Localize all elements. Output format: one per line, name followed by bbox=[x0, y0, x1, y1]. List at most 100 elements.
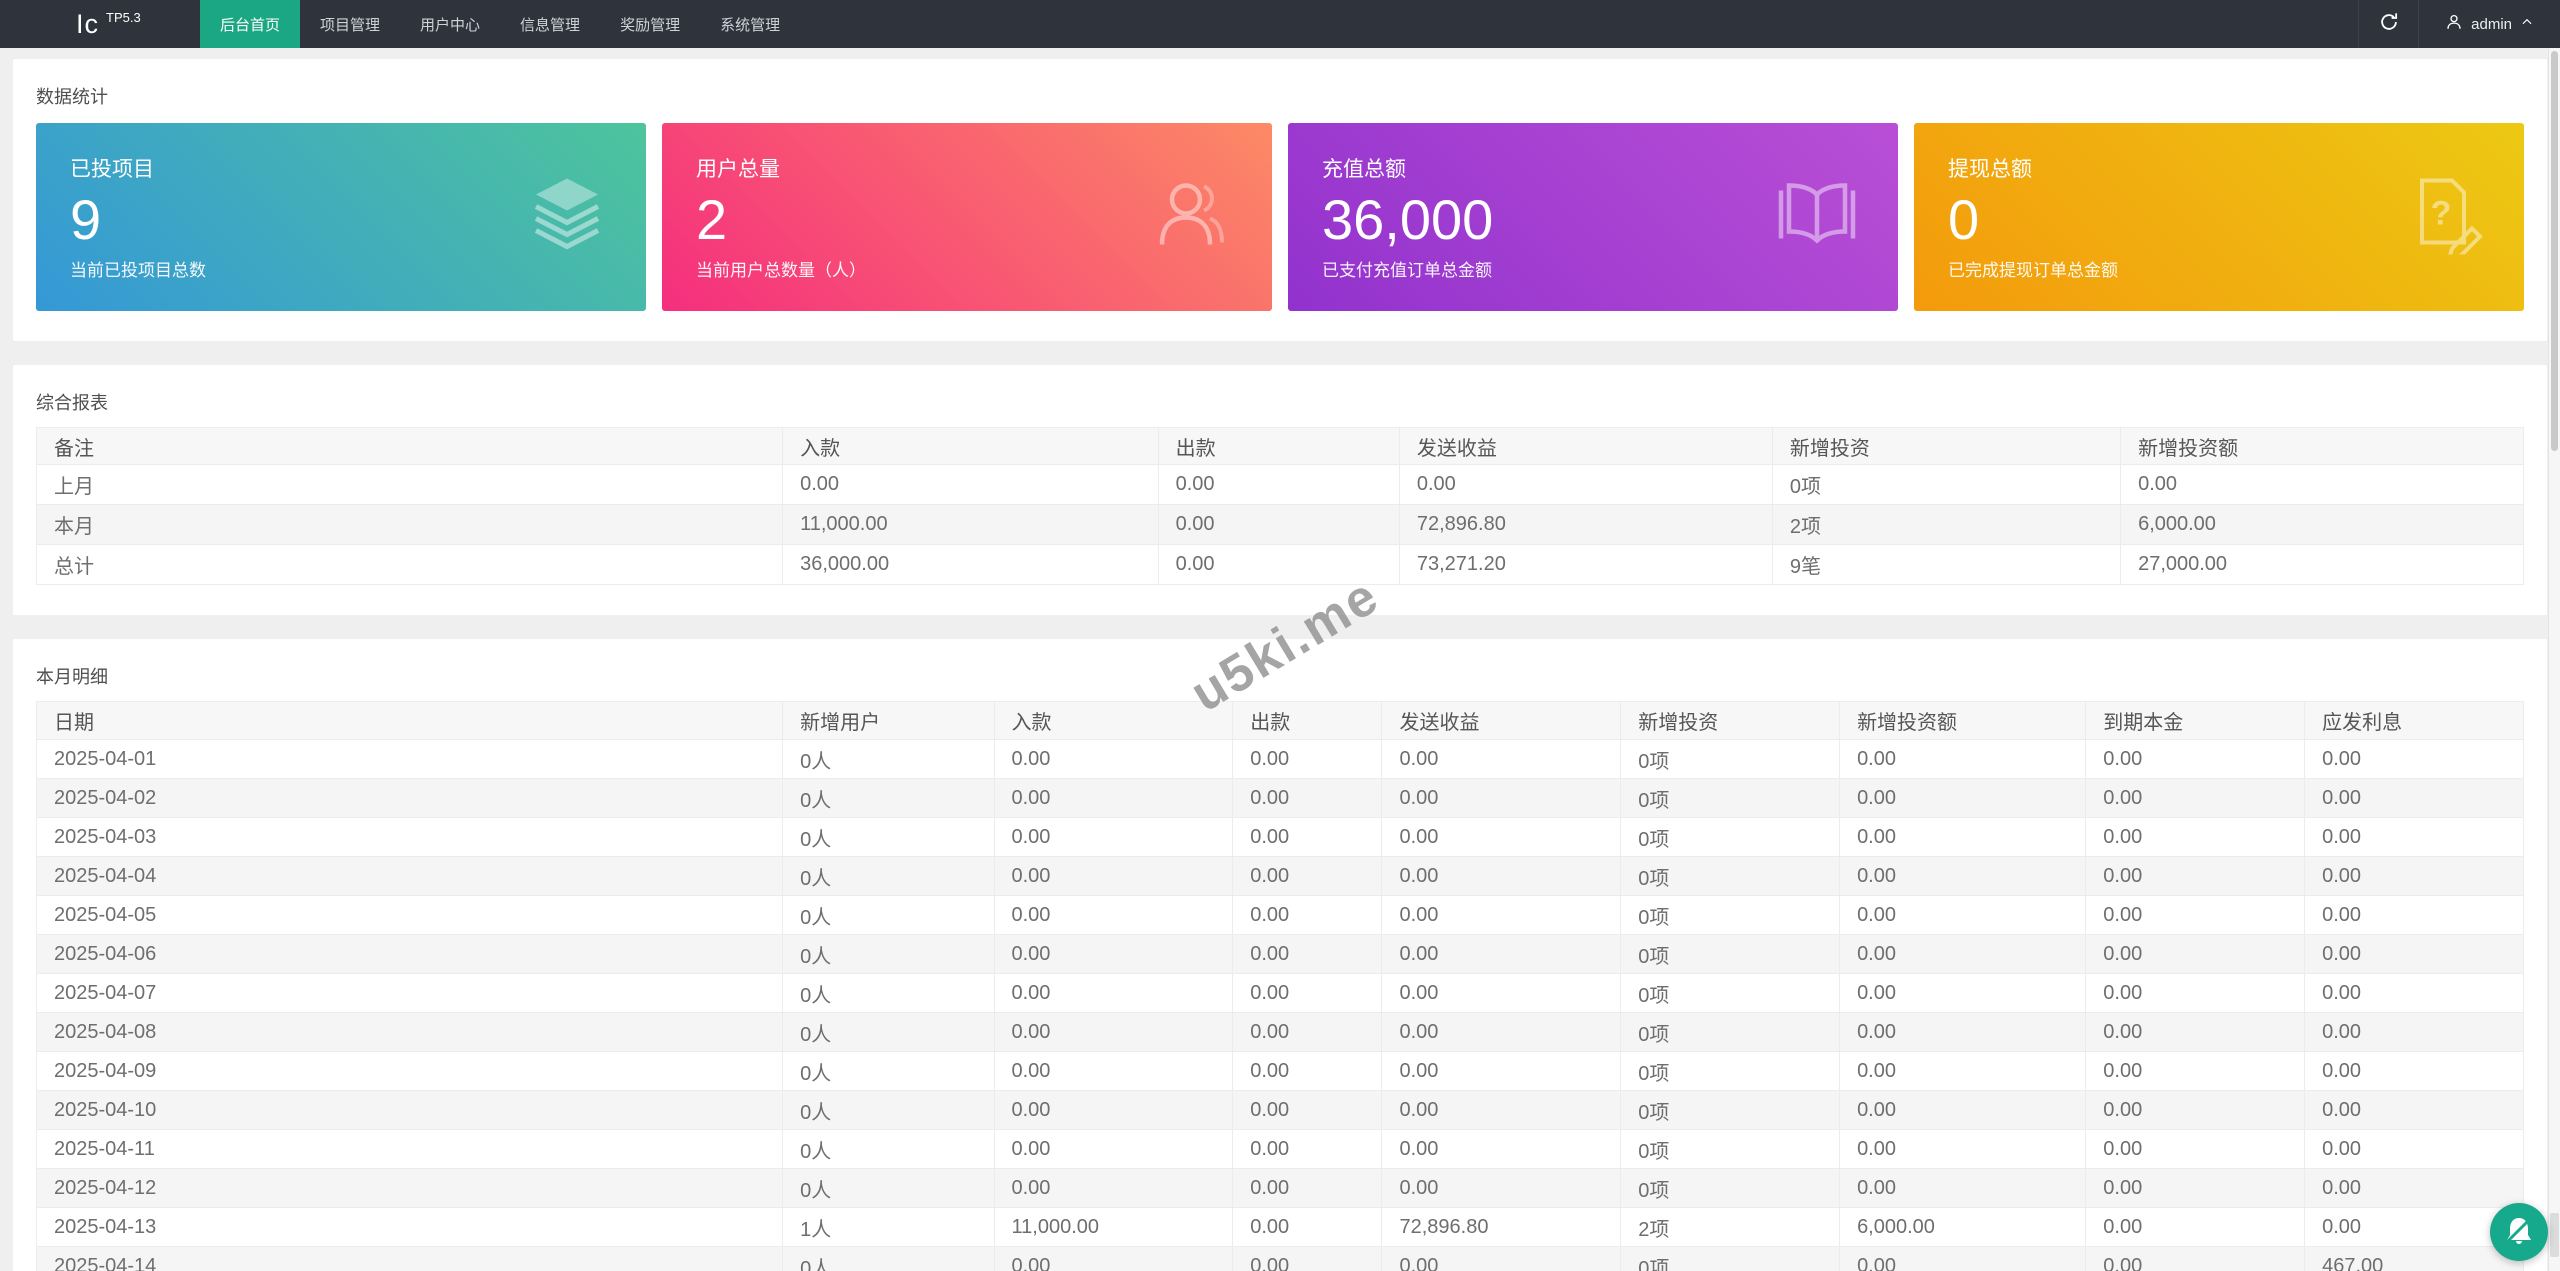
table-row: 2025-04-100人0.000.000.000项0.000.000.00 bbox=[37, 1091, 2524, 1130]
user-menu[interactable]: admin bbox=[2418, 0, 2560, 48]
table-cell: 0.00 bbox=[2086, 1169, 2305, 1208]
table-cell: 0项 bbox=[1621, 1169, 1840, 1208]
table-cell: 0.00 bbox=[2086, 1091, 2305, 1130]
table-cell: 0项 bbox=[1621, 1013, 1840, 1052]
table-cell: 36,000.00 bbox=[783, 545, 1159, 585]
table-cell: 0.00 bbox=[1158, 505, 1399, 545]
table-cell: 0.00 bbox=[2086, 896, 2305, 935]
table-cell: 0.00 bbox=[994, 1013, 1233, 1052]
table-cell: 0.00 bbox=[994, 1052, 1233, 1091]
table-cell: 总计 bbox=[37, 545, 783, 585]
table-cell: 0项 bbox=[1621, 1247, 1840, 1271]
table-cell: 2025-04-03 bbox=[37, 818, 783, 857]
column-header: 备注 bbox=[37, 428, 783, 465]
table-cell: 0.00 bbox=[1233, 1130, 1382, 1169]
nav-item-3[interactable]: 信息管理 bbox=[500, 0, 600, 48]
table-cell: 0.00 bbox=[994, 818, 1233, 857]
table-cell: 0.00 bbox=[1233, 779, 1382, 818]
table-row: 2025-04-060人0.000.000.000项0.000.000.00 bbox=[37, 935, 2524, 974]
table-cell: 72,896.80 bbox=[1399, 505, 1772, 545]
column-header: 入款 bbox=[783, 428, 1159, 465]
card-subtitle: 已完成提现订单总金额 bbox=[1948, 256, 2490, 281]
card-subtitle: 当前用户总数量（人） bbox=[696, 256, 1238, 281]
column-header: 新增投资额 bbox=[1840, 702, 2086, 740]
stats-section-title: 数据统计 bbox=[36, 83, 2524, 109]
nav-item-1[interactable]: 项目管理 bbox=[300, 0, 400, 48]
refresh-icon bbox=[2378, 11, 2400, 38]
app-logo: Ic TP5.3 bbox=[0, 0, 200, 48]
table-cell: 0.00 bbox=[1840, 974, 2086, 1013]
bell-slash-icon bbox=[2502, 1213, 2536, 1252]
column-header: 入款 bbox=[994, 702, 1233, 740]
table-cell: 0.00 bbox=[1382, 896, 1621, 935]
summary-section-title: 综合报表 bbox=[36, 389, 2524, 415]
vertical-scrollbar[interactable] bbox=[2548, 48, 2560, 1271]
table-cell: 0.00 bbox=[1233, 1013, 1382, 1052]
table-cell: 0.00 bbox=[1840, 857, 2086, 896]
table-cell: 0人 bbox=[783, 935, 994, 974]
table-cell: 0.00 bbox=[1382, 1052, 1621, 1091]
summary-tbody: 上月0.000.000.000项0.00本月11,000.000.0072,89… bbox=[37, 465, 2524, 585]
table-cell: 0.00 bbox=[2086, 935, 2305, 974]
table-cell: 2项 bbox=[1772, 505, 2120, 545]
table-cell: 0.00 bbox=[1840, 1247, 2086, 1271]
nav-item-2[interactable]: 用户中心 bbox=[400, 0, 500, 48]
table-cell: 0.00 bbox=[1233, 1169, 1382, 1208]
scrollbar-down-button[interactable] bbox=[2550, 1213, 2559, 1257]
table-cell: 0人 bbox=[783, 896, 994, 935]
table-cell: 11,000.00 bbox=[994, 1208, 1233, 1247]
column-header: 出款 bbox=[1233, 702, 1382, 740]
table-cell: 0.00 bbox=[1382, 857, 1621, 896]
table-row: 总计36,000.000.0073,271.209笔27,000.00 bbox=[37, 545, 2524, 585]
table-cell: 0项 bbox=[1621, 1091, 1840, 1130]
table-cell: 0人 bbox=[783, 1247, 994, 1271]
table-cell: 0.00 bbox=[994, 935, 1233, 974]
column-header: 出款 bbox=[1158, 428, 1399, 465]
table-cell: 27,000.00 bbox=[2121, 545, 2524, 585]
table-cell: 0.00 bbox=[2305, 740, 2524, 779]
table-row: 2025-04-030人0.000.000.000项0.000.000.00 bbox=[37, 818, 2524, 857]
table-cell: 0.00 bbox=[1840, 740, 2086, 779]
table-cell: 0.00 bbox=[1382, 935, 1621, 974]
table-cell: 0.00 bbox=[2086, 857, 2305, 896]
table-cell: 9笔 bbox=[1772, 545, 2120, 585]
table-cell: 0.00 bbox=[1233, 818, 1382, 857]
nav-item-0[interactable]: 后台首页 bbox=[200, 0, 300, 48]
table-cell: 0.00 bbox=[994, 857, 1233, 896]
mute-notifications-button[interactable] bbox=[2490, 1203, 2548, 1261]
nav-item-5[interactable]: 系统管理 bbox=[700, 0, 800, 48]
table-cell: 0.00 bbox=[1233, 935, 1382, 974]
table-cell: 0项 bbox=[1621, 779, 1840, 818]
table-cell: 0项 bbox=[1621, 1052, 1840, 1091]
logo-text: Ic bbox=[76, 9, 99, 40]
table-cell: 0.00 bbox=[783, 465, 1159, 505]
layers-icon bbox=[528, 175, 606, 260]
table-row: 2025-04-120人0.000.000.000项0.000.000.00 bbox=[37, 1169, 2524, 1208]
svg-text:?: ? bbox=[2431, 195, 2452, 233]
table-cell: 2025-04-14 bbox=[37, 1247, 783, 1271]
question-doc-icon: ? bbox=[2404, 175, 2484, 260]
table-cell: 0人 bbox=[783, 1052, 994, 1091]
column-header: 新增用户 bbox=[783, 702, 994, 740]
scrollbar-thumb[interactable] bbox=[2551, 51, 2558, 451]
stat-card-total-recharge: 充值总额 36,000 已支付充值订单总金额 bbox=[1288, 123, 1898, 311]
stat-card-total-users: 用户总量 2 当前用户总数量（人） bbox=[662, 123, 1272, 311]
table-cell: 2025-04-04 bbox=[37, 857, 783, 896]
table-cell: 2025-04-10 bbox=[37, 1091, 783, 1130]
table-row: 2025-04-090人0.000.000.000项0.000.000.00 bbox=[37, 1052, 2524, 1091]
column-header: 发送收益 bbox=[1399, 428, 1772, 465]
table-cell: 0.00 bbox=[1382, 1091, 1621, 1130]
table-cell: 0.00 bbox=[1840, 1091, 2086, 1130]
table-cell: 0项 bbox=[1621, 974, 1840, 1013]
table-cell: 0.00 bbox=[994, 779, 1233, 818]
refresh-button[interactable] bbox=[2358, 0, 2418, 48]
table-cell: 73,271.20 bbox=[1399, 545, 1772, 585]
table-cell: 0人 bbox=[783, 1169, 994, 1208]
table-header-row: 备注入款出款发送收益新增投资新增投资额 bbox=[37, 428, 2524, 465]
table-cell: 0.00 bbox=[994, 896, 1233, 935]
table-cell: 0.00 bbox=[1233, 1091, 1382, 1130]
nav-item-4[interactable]: 奖励管理 bbox=[600, 0, 700, 48]
column-header: 到期本金 bbox=[2086, 702, 2305, 740]
chevron-up-icon bbox=[2520, 15, 2534, 33]
table-cell: 0人 bbox=[783, 740, 994, 779]
